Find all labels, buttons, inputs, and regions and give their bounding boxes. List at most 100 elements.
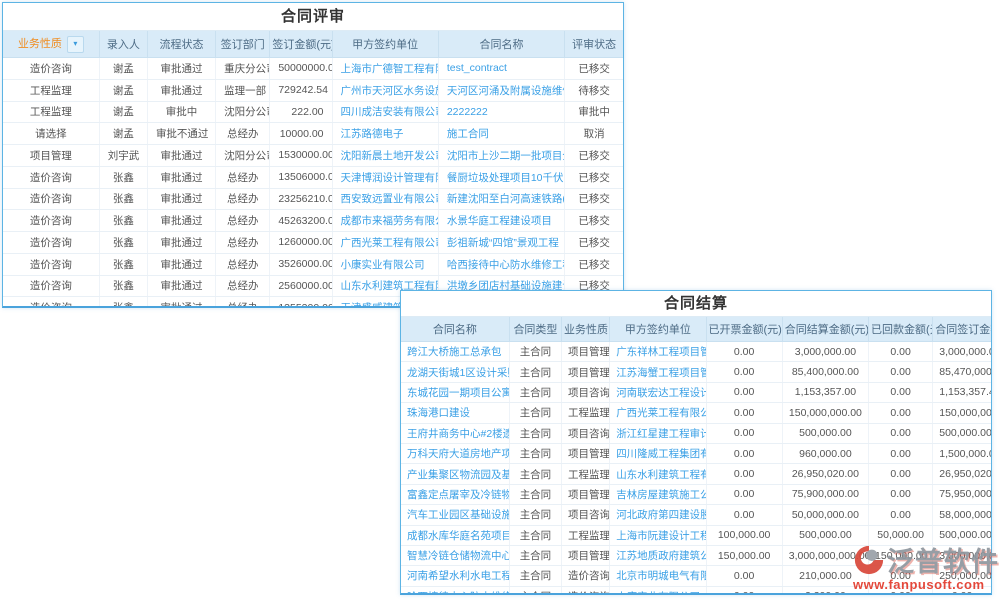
settle-name-link[interactable]: 跨江大桥施工总承包	[407, 346, 502, 358]
review-cell-dept: 总经办	[216, 210, 270, 232]
review-contract-link[interactable]: 天河区河涌及附属设施维修养护和河...	[447, 85, 565, 97]
review-cell-amount: 1530000.00	[270, 145, 332, 167]
settle-party-link[interactable]: 浙江红星建工程审计公司	[616, 428, 706, 440]
review-cell-entry: 谢孟	[99, 79, 147, 101]
review-party-link[interactable]: 成都市来福劳务有限公司	[341, 215, 439, 227]
review-contract-link[interactable]: 哈西接待中心防水维修工程	[447, 259, 565, 271]
settle-party-link[interactable]: 广西光莱工程有限公司	[616, 407, 706, 419]
settle-party-link[interactable]: 江苏地质政府建筑公司	[616, 550, 706, 562]
review-cell-flow: 审批通过	[147, 145, 215, 167]
settle-cell-invoiced: 0.00	[706, 382, 782, 402]
settle-column-header-1[interactable]: 合同类型	[509, 317, 561, 342]
settle-column-label: 已开票金额(元)	[709, 324, 782, 336]
review-party-link[interactable]: 西安致远置业有限公司	[341, 193, 439, 205]
review-cell-entry: 张鑫	[99, 297, 147, 308]
review-cell-flow: 审批通过	[147, 166, 215, 188]
settle-column-header-6[interactable]: 已回款金额(元)	[869, 317, 933, 342]
review-column-header-2[interactable]: 流程状态	[147, 31, 215, 58]
review-contract-link[interactable]: 水景华庭工程建设项目	[447, 215, 552, 227]
settle-cell-signed: 58,000,000.00	[933, 505, 991, 525]
review-contract-link[interactable]: test_contract	[447, 62, 507, 74]
settle-party-link[interactable]: 广东祥林工程项目管理公司	[616, 346, 706, 358]
settle-party-link[interactable]: 江苏海蟹工程项目管理公司	[616, 367, 706, 379]
settle-cell-nature: 造价咨询	[562, 566, 610, 586]
review-cell-dept: 重庆分公司	[216, 58, 270, 80]
table-row: 请选择谢孟审批不通过总经办10000.00江苏路德电子施工合同取消	[3, 123, 623, 145]
settle-cell-party: 四川隆威工程集团有限公司	[610, 443, 706, 463]
review-column-label: 评审状态	[572, 39, 616, 51]
review-cell-status: 已移交	[565, 166, 623, 188]
review-party-link[interactable]: 上海市广德智工程有限公司	[341, 63, 439, 75]
settle-column-label: 合同类型	[513, 324, 557, 336]
review-party-link[interactable]: 四川成洁安装有限公司	[341, 106, 439, 118]
settle-name-link[interactable]: 智慧冷链仓储物流中心项目...	[407, 550, 509, 562]
review-cell-nature: 造价咨询	[3, 253, 99, 275]
review-column-header-4[interactable]: 签订金额(元)	[270, 31, 332, 58]
review-cell-entry: 张鑫	[99, 166, 147, 188]
review-cell-entry: 谢孟	[99, 58, 147, 80]
review-column-header-5[interactable]: 甲方签约单位	[332, 31, 438, 58]
settle-name-link[interactable]: 产业集聚区物流园及基础设...	[407, 469, 509, 481]
review-column-label: 业务性质	[18, 38, 62, 50]
settle-name-link[interactable]: 富鑫定点屠宰及冷链物流基...	[407, 489, 509, 501]
review-contract-link[interactable]: 餐厨垃圾处理项目10千伏变电站新建...	[447, 172, 565, 184]
fanpu-watermark: 泛普软件 www.fanpusoft.com	[853, 540, 1000, 592]
settle-party-link[interactable]: 河南联宏达工程设计有限...	[616, 387, 706, 399]
table-row: 造价咨询张鑫审批通过总经办13506000.00天津博润设计管理有限公司餐厨垃圾…	[3, 166, 623, 188]
settle-column-header-7[interactable]: 合同签订金额(元)	[933, 317, 991, 342]
review-party-link[interactable]: 广西光莱工程有限公司	[341, 237, 439, 249]
filter-dropdown-icon[interactable]: ▾	[67, 36, 84, 53]
settle-name-link[interactable]: 东城花园一期项目公寓大堂 ...	[407, 387, 509, 399]
review-cell-entry: 张鑫	[99, 253, 147, 275]
settle-party-link[interactable]: 吉林房屋建筑施工公司	[616, 489, 706, 501]
review-column-header-0[interactable]: 业务性质 ▾	[3, 31, 99, 58]
settle-name-link[interactable]: 汽车工业园区基础设施建设...	[407, 509, 509, 521]
settle-cell-party: 浙江红星建工程审计公司	[610, 423, 706, 443]
review-contract-link[interactable]: 沈阳市上沙二期一批项目全过程项目...	[447, 150, 565, 162]
settle-name-link[interactable]: 哈西接待中心防水维修工程	[407, 591, 509, 595]
review-column-header-1[interactable]: 录入人	[99, 31, 147, 58]
review-column-header-6[interactable]: 合同名称	[438, 31, 564, 58]
review-party-link[interactable]: 小康实业有限公司	[341, 259, 425, 271]
settle-name-link[interactable]: 王府井商务中心#2楼遗留工程	[407, 428, 509, 440]
review-contract-link[interactable]: 施工合同	[447, 128, 489, 140]
table-row: 汽车工业园区基础设施建设...主合同项目咨询河北政府第四建设股份有...0.00…	[401, 505, 991, 525]
review-cell-nature: 造价咨询	[3, 297, 99, 308]
review-cell-amount: 10000.00	[270, 123, 332, 145]
review-party-link[interactable]: 江苏路德电子	[341, 128, 404, 140]
settle-party-link[interactable]: 河北政府第四建设股份有...	[616, 509, 706, 521]
settle-party-link[interactable]: 北京市明城电气有限公司	[616, 570, 706, 582]
review-cell-nature: 项目管理	[3, 145, 99, 167]
review-contract-link[interactable]: 彭祖新城“四馆”景观工程	[447, 237, 559, 249]
review-cell-party: 广州市天河区水务设施管...	[332, 79, 438, 101]
review-contract-link[interactable]: 2222222	[447, 106, 488, 118]
settle-cell-received: 0.00	[869, 464, 933, 484]
settle-party-link[interactable]: 小康实业有限公司	[616, 591, 700, 595]
review-column-header-7[interactable]: 评审状态	[565, 31, 623, 58]
review-column-header-3[interactable]: 签订部门	[216, 31, 270, 58]
settle-name-link[interactable]: 龙湖天街城1区设计采购施工...	[407, 367, 509, 379]
settle-cell-name: 智慧冷链仓储物流中心项目...	[401, 545, 509, 565]
settle-name-link[interactable]: 成都水库华庭名苑项目一标段	[407, 530, 509, 542]
review-cell-entry: 张鑫	[99, 275, 147, 297]
settle-cell-invoiced: 0.00	[706, 403, 782, 423]
settle-column-header-5[interactable]: 合同结算金额(元)	[782, 317, 868, 342]
settle-column-header-4[interactable]: 已开票金额(元)	[706, 317, 782, 342]
settle-party-link[interactable]: 四川隆威工程集团有限公司	[616, 448, 706, 460]
review-party-link[interactable]: 广州市天河区水务设施管...	[341, 85, 439, 97]
review-cell-flow: 审批通过	[147, 275, 215, 297]
review-cell-dept: 总经办	[216, 166, 270, 188]
review-cell-entry: 刘宇武	[99, 145, 147, 167]
settle-name-link[interactable]: 珠海港口建设	[407, 407, 470, 419]
settle-party-link[interactable]: 山东水利建筑工程有限公司	[616, 469, 706, 481]
settle-name-link[interactable]: 万科天府大道房地产项目	[407, 448, 509, 460]
settle-column-header-3[interactable]: 甲方签约单位	[610, 317, 706, 342]
settle-column-header-0[interactable]: 合同名称	[401, 317, 509, 342]
review-contract-link[interactable]: 新建沈阳至白河高速铁路(辽宁段)沈...	[447, 193, 565, 205]
review-party-link[interactable]: 沈阳新晨土地开发公司	[341, 150, 439, 162]
settle-column-header-2[interactable]: 业务性质	[562, 317, 610, 342]
settle-party-link[interactable]: 上海市阮建设计工程有限...	[616, 530, 706, 542]
settle-name-link[interactable]: 河南希望水利水电工程造价...	[407, 570, 509, 582]
settle-cell-type: 主合同	[509, 464, 561, 484]
review-party-link[interactable]: 天津博润设计管理有限公司	[341, 172, 439, 184]
